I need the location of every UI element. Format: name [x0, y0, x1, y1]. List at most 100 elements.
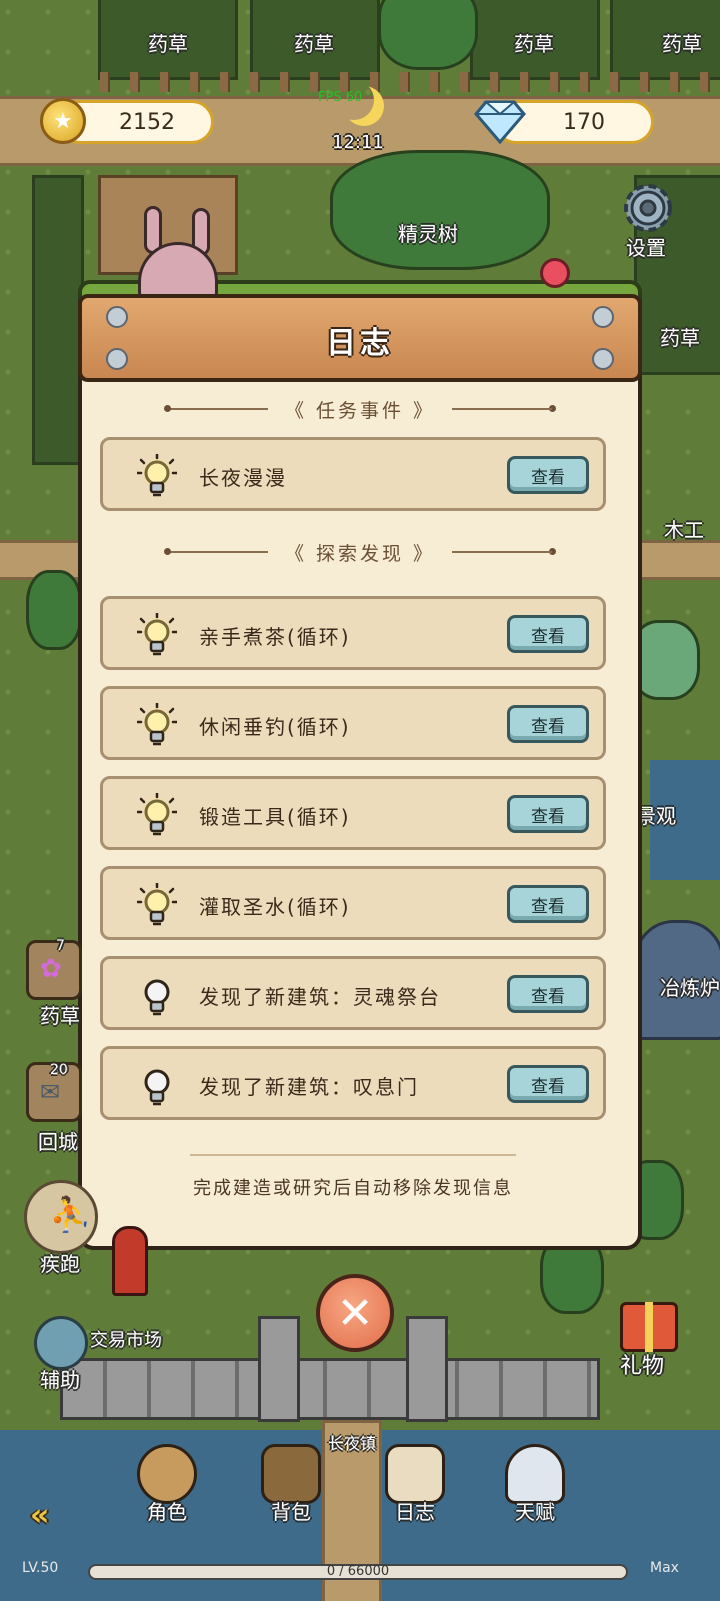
- herb-field-label: 药草: [294, 32, 334, 56]
- section-header-explore: 《 探索发现 》: [164, 537, 556, 567]
- gate-pillar: [406, 1316, 448, 1422]
- spirit-tree-label: 精灵树: [398, 222, 458, 246]
- sprint-button[interactable]: ⛹ 疾跑: [22, 1180, 102, 1280]
- flower-decoration: [540, 258, 570, 288]
- journal-entry-label: 长夜漫漫: [199, 466, 287, 490]
- fence: [100, 72, 720, 92]
- herb-field-label: 药草: [148, 32, 188, 56]
- journal-entry: 发现了新建筑：叹息门 查看: [100, 1046, 606, 1120]
- journal-entry: 长夜漫漫 查看: [100, 437, 606, 511]
- journal-entry: 亲手煮茶(循环) 查看: [100, 596, 606, 670]
- view-button[interactable]: 查看: [507, 705, 589, 743]
- journal-entry: 发现了新建筑：灵魂祭台 查看: [100, 956, 606, 1030]
- journal-entry-label: 休闲垂钓(循环): [199, 715, 351, 739]
- xp-progress-text: 0 / 66000: [326, 1564, 390, 1579]
- gear-icon: [624, 184, 672, 232]
- recall-count: 20: [50, 1062, 68, 1078]
- diamond-icon: [474, 100, 526, 144]
- close-icon: ✕: [336, 1287, 374, 1339]
- rabbit-mascot: [134, 206, 224, 302]
- coin-amount: 2152: [119, 109, 175, 135]
- sprint-label: 疾跑: [40, 1252, 80, 1276]
- gift-label: 礼物: [620, 1354, 665, 1379]
- herb-shortcut-button[interactable]: ✿ 7 药草: [26, 938, 86, 1030]
- settings-label: 设置: [626, 236, 666, 260]
- nav-character[interactable]: 角色: [122, 1444, 212, 1544]
- lightbulb-icon: [137, 973, 177, 1017]
- journal-entry-label: 发现了新建筑：叹息门: [199, 1075, 419, 1099]
- journal-entry-label: 亲手煮茶(循环): [199, 625, 351, 649]
- herb-field-label: 药草: [662, 32, 702, 56]
- character-portrait-icon: [137, 1444, 197, 1504]
- assist-button[interactable]: 辅助: [26, 1316, 106, 1396]
- hedge: [32, 175, 84, 465]
- herb-field-label: 药草: [514, 32, 554, 56]
- smelter-label: 冶炼炉: [660, 976, 720, 1000]
- view-button[interactable]: 查看: [507, 456, 589, 494]
- market-button[interactable]: [110, 1226, 154, 1316]
- herb-shortcut-label: 药草: [40, 1004, 80, 1028]
- nav-talent-label: 天赋: [515, 1500, 555, 1524]
- game-clock: 12:11: [332, 132, 384, 153]
- lightbulb-lit-icon: [135, 701, 179, 747]
- footer-divider: [190, 1154, 516, 1156]
- lightbulb-lit-icon: [135, 611, 179, 657]
- journal-entry-label: 发现了新建筑：灵魂祭台: [199, 985, 441, 1009]
- lightbulb-icon: [137, 1063, 177, 1107]
- recall-shortcut-button[interactable]: ✉ 20 回城: [26, 1062, 86, 1154]
- nav-backpack-label: 背包: [271, 1500, 311, 1524]
- dialog-title: 日志: [326, 326, 394, 361]
- tree: [26, 570, 82, 650]
- journal-entry: 休闲垂钓(循环) 查看: [100, 686, 606, 760]
- lightbulb-lit-icon: [135, 791, 179, 837]
- fps-counter: FPS 60: [318, 90, 363, 105]
- nav-journal[interactable]: 日志: [370, 1444, 460, 1544]
- book-icon: [385, 1444, 445, 1504]
- backpack-icon: [261, 1444, 321, 1504]
- section-title-tasks: 《 任务事件 》: [284, 399, 436, 422]
- section-title-explore: 《 探索发现 》: [284, 542, 436, 565]
- view-button[interactable]: 查看: [507, 975, 589, 1013]
- view-button[interactable]: 查看: [507, 1065, 589, 1103]
- winged-gem-icon: [505, 1444, 565, 1504]
- lightbulb-lit-icon: [135, 452, 179, 498]
- herb-count: 7: [56, 938, 65, 954]
- collapse-arrows-icon[interactable]: «: [30, 1498, 90, 1533]
- journal-entry: 锻造工具(循环) 查看: [100, 776, 606, 850]
- view-button[interactable]: 查看: [507, 885, 589, 923]
- town-wall: [60, 1358, 600, 1420]
- section-header-tasks: 《 任务事件 》: [164, 394, 556, 424]
- nav-talent[interactable]: 天赋: [490, 1444, 580, 1544]
- coin-icon: ★: [40, 98, 86, 144]
- nav-character-label: 角色: [147, 1500, 187, 1524]
- running-icon: ⛹: [24, 1180, 98, 1254]
- assist-icon: [34, 1316, 88, 1370]
- scenery-label: 景观: [636, 804, 676, 828]
- spirit-tree: [330, 150, 550, 270]
- close-button[interactable]: ✕: [316, 1274, 394, 1352]
- tree: [378, 0, 478, 70]
- nav-backpack[interactable]: 背包: [246, 1444, 336, 1544]
- gem-amount: 170: [563, 109, 605, 135]
- xp-progress-bar: 0 / 66000: [88, 1564, 628, 1580]
- gate-pillar: [258, 1316, 300, 1422]
- journal-entry: 灌取圣水(循环) 查看: [100, 866, 606, 940]
- player-level: LV.50: [22, 1560, 59, 1576]
- journal-title-banner: 日志: [78, 294, 642, 382]
- scroll-icon: ✉: [40, 1078, 61, 1106]
- herb-field-label: 药草: [660, 326, 700, 350]
- recall-shortcut-label: 回城: [38, 1130, 78, 1154]
- flower-icon: ✿: [40, 954, 62, 984]
- footer-note: 完成建造或研究后自动移除发现信息: [193, 1178, 513, 1199]
- gift-button[interactable]: 礼物: [608, 1296, 698, 1386]
- postbox-icon: [112, 1226, 148, 1296]
- assist-label: 辅助: [40, 1368, 80, 1392]
- view-button[interactable]: 查看: [507, 795, 589, 833]
- woodwork-label: 木工: [664, 518, 704, 542]
- view-button[interactable]: 查看: [507, 615, 589, 653]
- xp-max-label: Max: [650, 1560, 679, 1576]
- journal-entry-label: 灌取圣水(循环): [199, 895, 351, 919]
- lightbulb-lit-icon: [135, 881, 179, 927]
- journal-entry-label: 锻造工具(循环): [199, 805, 351, 829]
- settings-button[interactable]: 设置: [614, 176, 684, 262]
